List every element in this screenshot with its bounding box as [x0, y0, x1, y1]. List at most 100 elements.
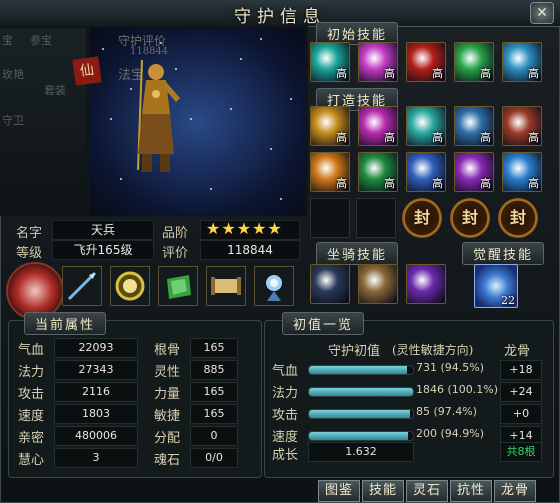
skills-button[interactable]: 技能 — [362, 480, 404, 502]
sealed-skill-slot[interactable]: 封 — [450, 198, 490, 238]
sealed-skill-slot[interactable]: 封 — [498, 198, 538, 238]
attribute-label: 灵性 — [154, 365, 181, 380]
attribute-label: 攻击 — [18, 387, 45, 402]
attribute-label: 根骨 — [154, 343, 181, 358]
window-title: 守护信息 — [234, 7, 326, 27]
skill-quality-label: 高 — [480, 131, 491, 144]
bone-header: 龙骨 — [504, 344, 531, 359]
overview-label: 速度 — [272, 430, 299, 445]
overview-value: 200 (94.9%) — [416, 427, 485, 440]
attribute-value: 165 — [190, 404, 238, 424]
overview-label: 气血 — [272, 364, 299, 379]
skill-quality-label: 高 — [480, 177, 491, 190]
close-button[interactable]: ✕ — [530, 2, 554, 24]
empty-skill-slot[interactable] — [356, 198, 396, 238]
attribute-value: 0/0 — [190, 448, 238, 468]
star-dot — [270, 148, 272, 150]
faded-tab-2: 参宝 — [30, 34, 52, 47]
overview-progress-fill — [309, 432, 408, 440]
attribute-value: 0 — [190, 426, 238, 446]
attribute-value: 22093 — [54, 338, 138, 358]
skill-quality-label: 高 — [384, 67, 395, 80]
fist-skill-icon[interactable]: 高 — [310, 106, 350, 146]
comet-skill-icon[interactable]: 高 — [358, 42, 398, 82]
dragon-bone-button[interactable]: 龙骨 — [494, 480, 536, 502]
attribute-label: 速度 — [18, 409, 45, 424]
cloak-skill-icon[interactable]: 高 — [502, 106, 542, 146]
bone-bonus: +18 — [500, 360, 542, 380]
attribute-value: 165 — [190, 382, 238, 402]
attribute-value: 1803 — [54, 404, 138, 424]
guardian-portrait — [137, 59, 180, 172]
attribute-value: 480006 — [54, 426, 138, 446]
grade-stars: ★★★★★ — [206, 219, 283, 238]
skill-quality-label: 高 — [336, 131, 347, 144]
fan-skill-icon[interactable]: 高 — [454, 106, 494, 146]
bull-skill-icon[interactable] — [310, 264, 350, 304]
demon-skill-icon[interactable]: 高 — [358, 106, 398, 146]
awaken-skill-icon[interactable]: 22 — [474, 264, 518, 308]
lotus-equip-icon[interactable] — [254, 266, 294, 306]
attribute-label: 力量 — [154, 387, 181, 402]
skill-quality-label: 高 — [384, 131, 395, 144]
skill-quality-label: 高 — [432, 131, 443, 144]
skill-quality-label: 高 — [528, 131, 539, 144]
guardian-name: 天兵 — [52, 220, 154, 240]
skill-quality-label: 高 — [432, 67, 443, 80]
overview-direction: (灵性敏捷方向) — [392, 343, 474, 357]
faded-label-1: 玫艳 — [2, 68, 24, 81]
mount-skills-title: 坐骑技能 — [316, 242, 399, 265]
skull-skill-icon[interactable]: 高 — [454, 152, 494, 192]
wisp-skill-icon[interactable]: 高 — [358, 152, 398, 192]
star-dot — [280, 198, 282, 200]
resistance-button[interactable]: 抗性 — [450, 480, 492, 502]
faded-label-3: 守卫 — [2, 114, 24, 127]
star-dot — [210, 188, 212, 190]
attribute-label: 慧心 — [18, 453, 45, 468]
empty-skill-slot[interactable] — [310, 198, 350, 238]
level-label: 等级 — [16, 246, 43, 261]
codex-button[interactable]: 图鉴 — [318, 480, 360, 502]
jade-equip-icon[interactable] — [158, 266, 198, 306]
scroll-equip-icon[interactable] — [206, 266, 246, 306]
attribute-value: 885 — [190, 360, 238, 380]
ghost-skill-icon[interactable]: 高 — [406, 152, 446, 192]
crystal-skill-icon[interactable]: 高 — [406, 106, 446, 146]
awaken-skill-level: 22 — [501, 294, 515, 307]
overview-progress-bar — [308, 387, 414, 397]
skill-quality-label: 高 — [528, 177, 539, 190]
spirit-stone-button[interactable]: 灵石 — [406, 480, 448, 502]
overview-progress-bar — [308, 409, 414, 419]
burst-skill-icon[interactable]: 高 — [454, 42, 494, 82]
flame-skill-icon[interactable]: 高 — [406, 42, 446, 82]
spiral-skill-icon[interactable]: 高 — [502, 42, 542, 82]
grade-label: 品阶 — [162, 226, 189, 241]
aura-skill-icon[interactable]: 高 — [502, 152, 542, 192]
star-dot — [102, 48, 104, 50]
bone-total: 共8根 — [500, 442, 542, 462]
sigil-skill-icon[interactable] — [406, 264, 446, 304]
attribute-value: 27343 — [54, 360, 138, 380]
overview-progress-fill — [309, 410, 411, 418]
skill-quality-label: 高 — [432, 177, 443, 190]
immortal-seal: 仙 — [72, 56, 102, 86]
mirror-equip-icon[interactable] — [110, 266, 150, 306]
vortex-skill-icon[interactable]: 高 — [310, 42, 350, 82]
star-dot — [120, 178, 122, 180]
spear-equip-icon[interactable] — [62, 266, 102, 306]
shatter-skill-icon[interactable]: 高 — [310, 152, 350, 192]
sealed-skill-slot[interactable]: 封 — [402, 198, 442, 238]
attribute-label: 敏捷 — [154, 409, 181, 424]
rating-label: 评价 — [162, 246, 189, 261]
star-dot — [240, 58, 242, 60]
skill-quality-label: 高 — [336, 67, 347, 80]
star-dot — [290, 98, 292, 100]
attribute-label: 亲密 — [18, 431, 45, 446]
overview-value: 85 (97.4%) — [416, 405, 478, 418]
armor-skill-icon[interactable] — [358, 264, 398, 304]
guardian-rating: 118844 — [200, 240, 300, 260]
growth-value: 1.632 — [308, 442, 414, 462]
overview-header: 守护初值 — [328, 344, 381, 359]
attributes-title: 当前属性 — [24, 312, 107, 335]
overview-title: 初值一览 — [282, 312, 365, 335]
